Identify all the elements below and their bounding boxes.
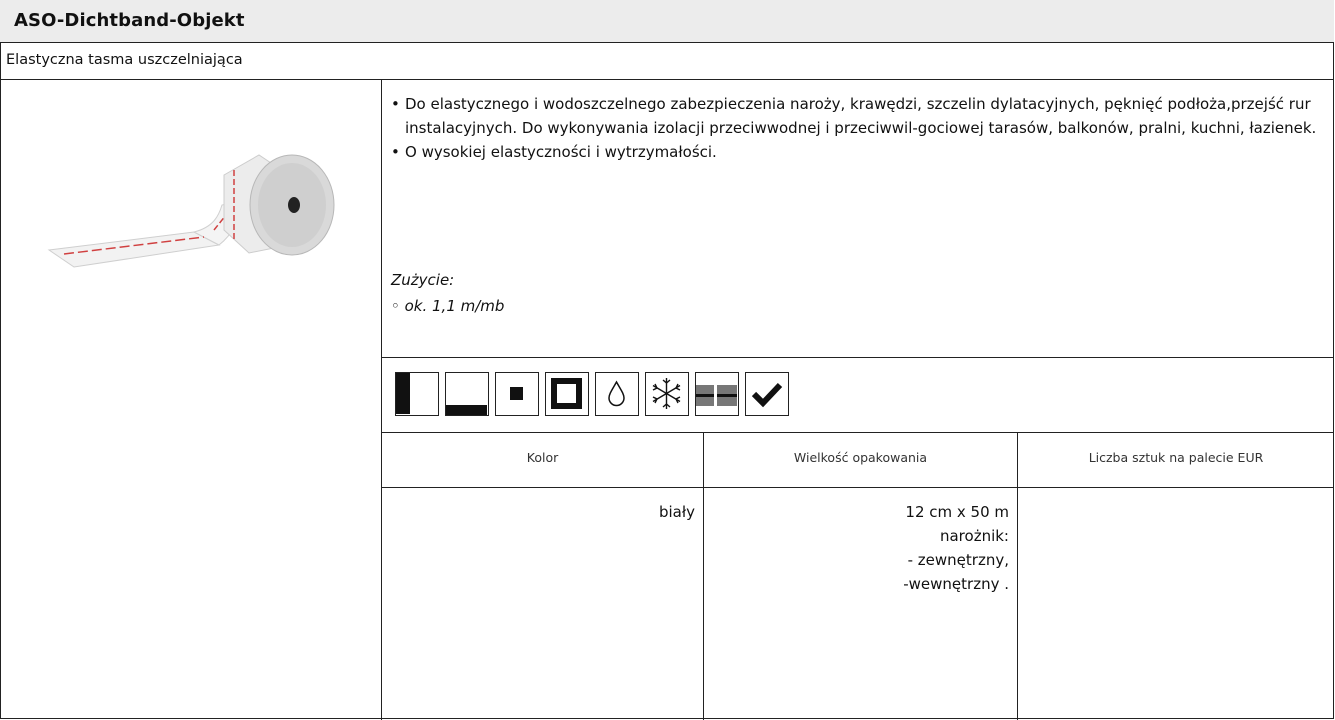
frost-icon <box>645 372 689 416</box>
cell-package-size: 12 cm x 50 m narożnik: - zewnętrzny, -we… <box>704 500 1009 596</box>
title-bar: ASO-Dichtband-Objekt <box>0 0 1334 43</box>
product-image <box>47 154 335 268</box>
divider <box>381 357 1334 358</box>
column-divider <box>381 80 382 720</box>
product-description: Do elastycznego i wodoszczelnego zabezpi… <box>391 92 1326 164</box>
small-square-icon <box>495 372 539 416</box>
package-size-line: narożnik: <box>939 527 1009 545</box>
subtitle-bar: Elastyczna tasma uszczelniająca <box>0 43 1334 80</box>
layers-icon <box>695 372 739 416</box>
water-drop-icon <box>595 372 639 416</box>
application-icons <box>395 372 789 420</box>
product-subtitle: Elastyczna tasma uszczelniająca <box>6 52 243 68</box>
divider <box>381 432 1334 433</box>
description-bullet: Do elastycznego i wodoszczelnego zabezpi… <box>391 92 1326 140</box>
package-size-line: -wewnętrzny . <box>903 575 1009 593</box>
cell-color: biały <box>658 503 695 521</box>
divider <box>381 487 1334 488</box>
package-size-line: 12 cm x 50 m <box>905 503 1009 521</box>
product-image-cell <box>0 80 381 720</box>
header-color: Kolor <box>526 450 559 465</box>
usage-label: Zużycie: <box>391 271 455 289</box>
large-frame-icon <box>545 372 589 416</box>
wall-half-icon <box>395 372 439 416</box>
header-package-size: Wielkość opakowania <box>793 450 928 465</box>
usage-value: ◦ ok. 1,1 m/mb <box>391 297 505 315</box>
column-divider <box>1017 432 1018 720</box>
header-pallet-count: Liczba sztuk na palecie EUR <box>1088 450 1264 465</box>
product-title: ASO-Dichtband-Objekt <box>14 10 245 31</box>
package-size-line: - zewnętrzny, <box>907 551 1009 569</box>
description-bullet: O wysokiej elastyczności i wytrzymałości… <box>391 140 1326 164</box>
floor-icon <box>445 372 489 416</box>
checkmark-icon <box>745 372 789 416</box>
